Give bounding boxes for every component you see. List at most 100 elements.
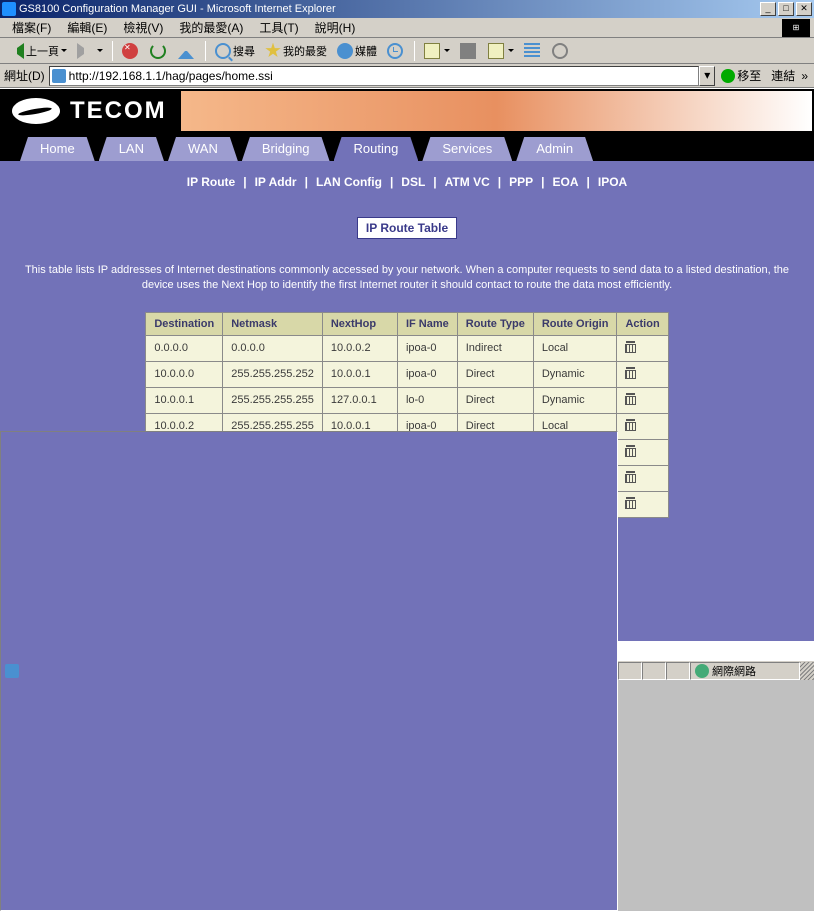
- logo: TECOM: [0, 97, 179, 125]
- delete-icon[interactable]: [625, 367, 636, 379]
- menu-file[interactable]: 檔案(F): [4, 17, 59, 38]
- cell-nexthop: 127.0.0.1: [322, 387, 397, 413]
- history-icon: [387, 43, 403, 59]
- delete-icon[interactable]: [625, 419, 636, 431]
- page-title: IP Route Table: [357, 217, 457, 239]
- cell-nexthop: 10.0.0.1: [322, 361, 397, 387]
- subnav-ip-route[interactable]: IP Route: [179, 175, 243, 189]
- subnav-ipoa[interactable]: IPOA: [590, 175, 635, 189]
- edit-button[interactable]: [484, 40, 518, 62]
- cell-action: [617, 439, 668, 465]
- resize-grip-icon[interactable]: [800, 662, 814, 680]
- tab-services[interactable]: Services: [422, 137, 512, 161]
- menu-bar: 檔案(F) 編輯(E) 檢視(V) 我的最愛(A) 工具(T) 說明(H) ⊞: [0, 18, 814, 38]
- status-pane: [666, 662, 690, 680]
- home-icon: [178, 43, 194, 59]
- cell-rtype: Indirect: [457, 335, 533, 361]
- search-button[interactable]: 搜尋: [211, 40, 259, 62]
- favorites-label: 我的最愛: [283, 43, 327, 59]
- status-pane: [642, 662, 666, 680]
- menu-view[interactable]: 檢視(V): [115, 17, 171, 38]
- home-button[interactable]: [174, 40, 200, 62]
- zone-label: 網際網路: [712, 663, 756, 679]
- go-button[interactable]: 移至: [721, 67, 761, 84]
- subnav-lan-config[interactable]: LAN Config: [308, 175, 390, 189]
- sub-navigation: IP Route|IP Addr|LAN Config|DSL|ATM VC|P…: [10, 175, 804, 189]
- cell-rtype: Direct: [457, 361, 533, 387]
- maximize-button[interactable]: □: [778, 2, 794, 16]
- url-dropdown[interactable]: ▾: [699, 66, 715, 86]
- menu-edit[interactable]: 編輯(E): [59, 17, 115, 38]
- tab-home[interactable]: Home: [20, 137, 95, 161]
- subnav-separator: |: [541, 175, 544, 189]
- url-text: http://192.168.1.1/hag/pages/home.ssi: [69, 69, 697, 83]
- close-button[interactable]: ✕: [796, 2, 812, 16]
- delete-icon[interactable]: [625, 445, 636, 457]
- internet-zone-icon: [695, 664, 709, 678]
- chat-icon: [552, 43, 568, 59]
- expand-chevron-icon[interactable]: »: [799, 69, 810, 83]
- cell-origin: Dynamic: [533, 361, 617, 387]
- subnav-ip-addr[interactable]: IP Addr: [247, 175, 305, 189]
- tab-lan[interactable]: LAN: [99, 137, 164, 161]
- print-button[interactable]: [456, 40, 482, 62]
- status-zone: 網際網路: [690, 662, 800, 680]
- search-label: 搜尋: [233, 43, 255, 59]
- tab-routing[interactable]: Routing: [334, 137, 419, 161]
- subnav-eoa[interactable]: EOA: [545, 175, 587, 189]
- back-label: 上一頁: [26, 43, 59, 59]
- brand-banner: TECOM: [0, 89, 814, 133]
- tab-wan[interactable]: WAN: [168, 137, 238, 161]
- url-input[interactable]: http://192.168.1.1/hag/pages/home.ssi: [49, 66, 700, 86]
- column-header: Destination: [146, 312, 223, 335]
- forward-button[interactable]: [73, 40, 107, 62]
- column-header: Netmask: [223, 312, 323, 335]
- tab-bridging[interactable]: Bridging: [242, 137, 330, 161]
- menu-help[interactable]: 說明(H): [307, 17, 364, 38]
- page-description: This table lists IP addresses of Interne…: [10, 263, 804, 294]
- cell-action: [617, 387, 668, 413]
- favorites-button[interactable]: 我的最愛: [261, 40, 331, 62]
- window-title: GS8100 Configuration Manager GUI - Micro…: [19, 3, 758, 15]
- cell-dest: 10.0.0.1: [146, 387, 223, 413]
- column-header: IF Name: [397, 312, 457, 335]
- stop-icon: [122, 43, 138, 59]
- delete-icon[interactable]: [625, 341, 636, 353]
- back-button[interactable]: 上一頁: [4, 40, 71, 62]
- menu-tools[interactable]: 工具(T): [251, 17, 306, 38]
- stop-button[interactable]: [118, 40, 144, 62]
- logo-mark-icon: [12, 98, 60, 124]
- subnav-ppp[interactable]: PPP: [501, 175, 541, 189]
- related-button[interactable]: [520, 40, 546, 62]
- page-icon: [52, 69, 66, 83]
- discuss-button[interactable]: [548, 40, 574, 62]
- mail-button[interactable]: [420, 40, 454, 62]
- cell-origin: Dynamic: [533, 387, 617, 413]
- subnav-atm-vc[interactable]: ATM VC: [437, 175, 498, 189]
- column-header: Action: [617, 312, 668, 335]
- cell-dest: 10.0.0.0: [146, 361, 223, 387]
- delete-icon[interactable]: [625, 393, 636, 405]
- search-icon: [215, 43, 231, 59]
- history-button[interactable]: [383, 40, 409, 62]
- subnav-dsl[interactable]: DSL: [393, 175, 433, 189]
- back-arrow-icon: [8, 43, 24, 59]
- refresh-button[interactable]: [146, 40, 172, 62]
- delete-icon[interactable]: [625, 497, 636, 509]
- table-row: 10.0.0.1255.255.255.255127.0.0.1lo-0Dire…: [146, 387, 668, 413]
- tab-admin[interactable]: Admin: [516, 137, 593, 161]
- delete-icon[interactable]: [625, 471, 636, 483]
- media-icon: [337, 43, 353, 59]
- column-header: NextHop: [322, 312, 397, 335]
- minimize-button[interactable]: _: [760, 2, 776, 16]
- media-button[interactable]: 媒體: [333, 40, 381, 62]
- menu-favorites[interactable]: 我的最愛(A): [171, 17, 251, 38]
- cell-ifname: lo-0: [397, 387, 457, 413]
- links-button[interactable]: 連結: [767, 67, 799, 84]
- go-label: 移至: [737, 67, 761, 84]
- cell-dest: 0.0.0.0: [146, 335, 223, 361]
- cell-action: [617, 361, 668, 387]
- cell-action: [617, 491, 668, 517]
- cell-netmask: 255.255.255.252: [223, 361, 323, 387]
- star-icon: [265, 43, 281, 59]
